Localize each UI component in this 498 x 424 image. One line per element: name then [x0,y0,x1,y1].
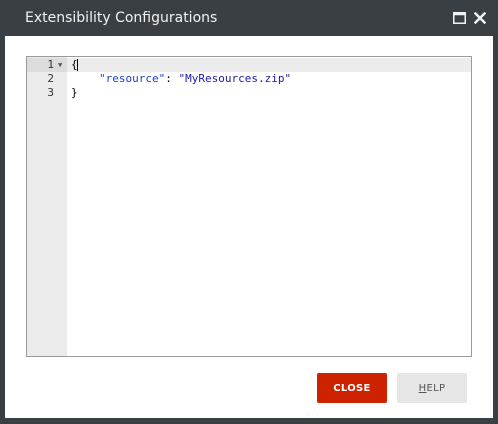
dialog-title: Extensibility Configurations [25,10,218,26]
json-key: "resource" [99,72,166,85]
code-line[interactable]: { [67,58,471,72]
code-key-value: "resource": "MyResources.zip" [99,72,291,86]
line-number: 1 [47,58,54,71]
gutter-row: 2 [27,72,67,86]
dialog-window: Extensibility Configurations 1 ▼ 2 3 {"… [0,0,498,424]
fold-arrow-icon[interactable]: ▼ [58,58,62,72]
gutter-row: 3 [27,86,67,100]
maximize-icon [452,12,466,24]
gutter-row: 1 ▼ [27,58,67,72]
help-button[interactable]: H ELP [397,373,467,403]
code-text-area[interactable]: { "resource": "MyResources.zip" } [67,57,471,356]
line-number: 2 [47,72,54,85]
title-bar[interactable]: Extensibility Configurations [0,0,498,36]
json-separator: : [165,72,179,85]
dialog-content: 1 ▼ 2 3 { "resource": "MyResources.zip" [5,36,493,418]
maximize-button[interactable] [451,10,467,26]
help-accesskey: H [418,382,427,394]
text-cursor [77,59,78,71]
code-editor[interactable]: 1 ▼ 2 3 { "resource": "MyResources.zip" [26,56,472,357]
line-number: 3 [47,86,54,99]
code-line[interactable]: } [67,86,471,100]
close-window-button[interactable] [472,10,488,26]
code-line[interactable]: "resource": "MyResources.zip" [67,72,471,86]
json-value: "MyResources.zip" [178,72,292,85]
code-brace-close: } [71,86,78,99]
help-label-rest: ELP [426,382,446,394]
close-button[interactable]: CLOSE [317,373,387,403]
close-icon [474,12,486,24]
line-number-gutter: 1 ▼ 2 3 [27,57,67,356]
